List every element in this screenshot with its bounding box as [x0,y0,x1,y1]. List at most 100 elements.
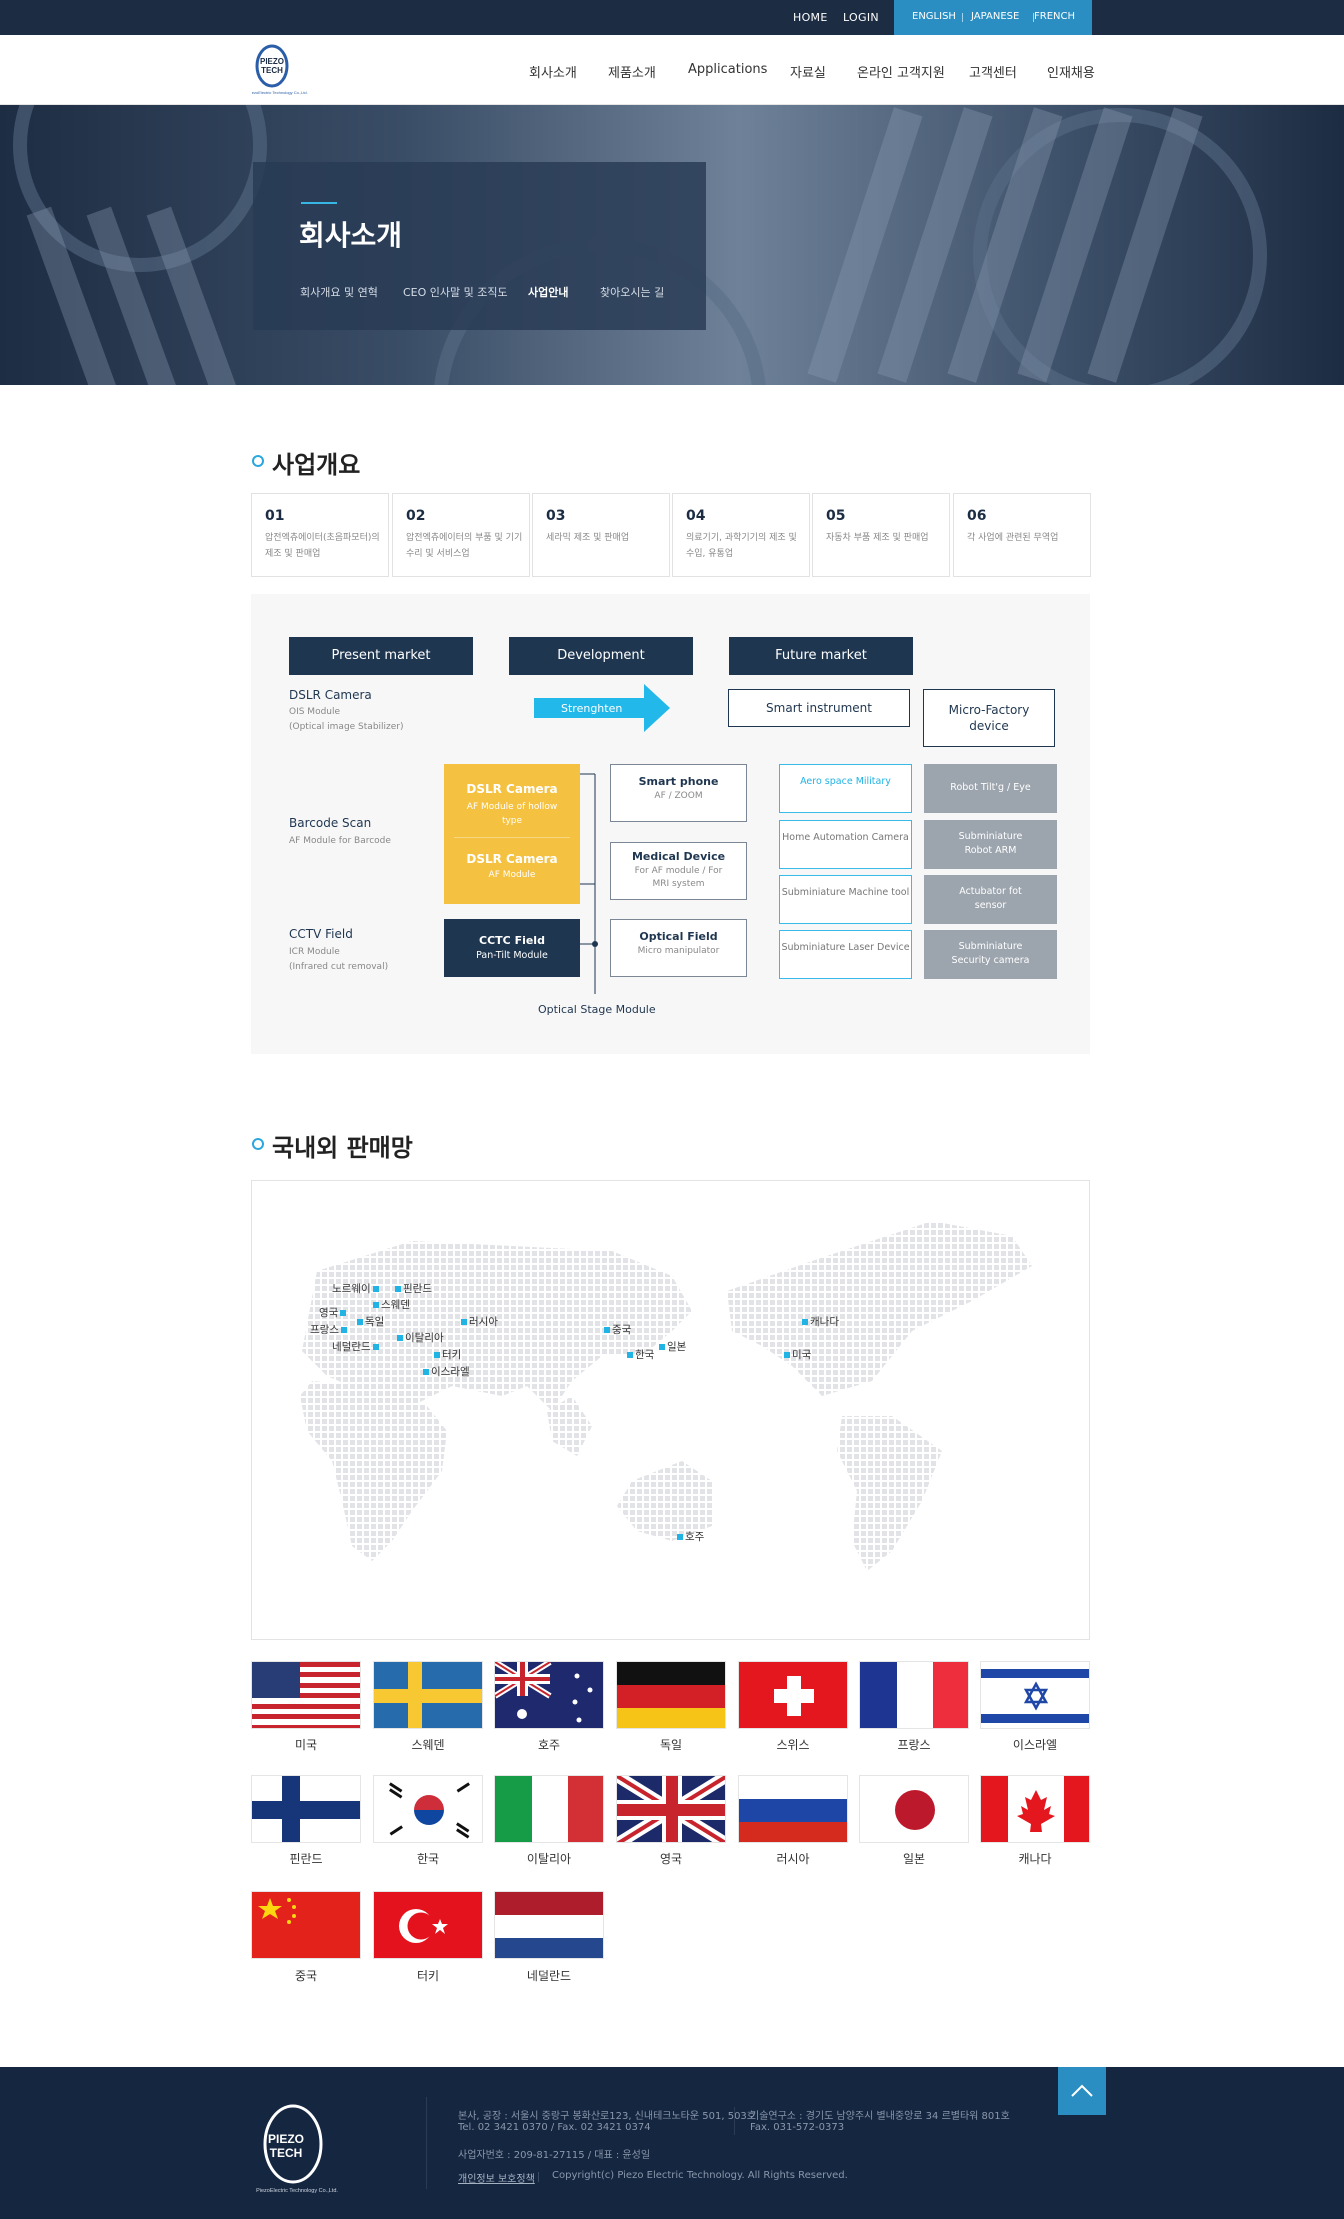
map-marker-israel: 이스라엘 [421,1364,470,1379]
future-robot-arm: Subminiature Robot ARM [924,820,1057,869]
subnav-location[interactable]: 찾아오시는 길 [600,284,664,300]
flag-label: 이스라엘 [1012,1738,1058,1752]
flag-sweden-icon [373,1661,483,1729]
flag-label: 중국 [294,1969,318,1983]
map-marker-uk: 영국 [319,1305,348,1320]
future-machine-tool: Subminiature Machine tool [779,875,912,924]
section-bullet-icon [252,1138,264,1150]
nav-library[interactable]: 자료실 [790,62,826,81]
footer-address-lab: 기술연구소 : 경기도 남양주시 별내중앙로 34 르별타워 801호 [750,2111,1010,2122]
flag-label: 네덜란드 [526,1969,572,1983]
utility-bar: HOME LOGIN ENGLISH JAPANESE FRENCH [0,0,1344,35]
future-home-automation: Home Automation Camera [779,820,912,869]
map-marker-japan: 일본 [657,1339,686,1354]
footer-tel-hq: Tel. 02 3421 0370 / Fax. 02 3421 0374 [458,2122,651,2133]
language-switcher: ENGLISH JAPANESE FRENCH [894,0,1092,35]
svg-text:TECH: TECH [261,66,283,75]
nav-online-support[interactable]: 온라인 고객지원 [857,62,945,81]
site-footer: PIEZO TECH PiezoElectric Technology Co.,… [0,2067,1344,2219]
flag-label: 핀란드 [289,1852,323,1866]
flag-italy-icon [494,1775,604,1843]
flag-label: 영국 [659,1852,683,1866]
future-market-header: Future market [729,637,913,675]
section-bullet-icon [252,455,264,467]
business-card: 02 압전엑츄에이터의 부품 및 기기수리 및 서비스업 [392,493,530,577]
optical-stage-label: Optical Stage Module [538,1003,656,1016]
flag-germany-icon [616,1661,726,1729]
section-title-network: 국내외 판매망 [272,1134,413,1162]
flag-korea-icon [373,1775,483,1843]
nav-company[interactable]: 회사소개 [529,62,577,81]
row-title-cctv: CCTV Field [289,927,353,941]
map-marker-turkey: 터키 [432,1347,461,1362]
lang-french[interactable]: FRENCH [1034,11,1075,22]
future-actuator-sensor: Actubator fot sensor [924,875,1057,924]
map-marker-italy: 이탈리아 [395,1330,444,1345]
map-marker-sweden: 스웨덴 [371,1297,410,1312]
connector-lines [580,773,598,994]
scroll-top-button[interactable] [1058,2067,1106,2115]
map-marker-china: 중국 [602,1322,631,1337]
future-laser-device: Subminiature Laser Device [779,930,912,979]
optical-field-box: Optical Field Micro manipulator [610,919,747,977]
page-title: 회사소개 [299,219,403,252]
lang-japanese[interactable]: JAPANESE [971,11,1019,22]
flag-label: 한국 [416,1852,440,1866]
flag-uk-icon [616,1775,726,1843]
home-link[interactable]: HOME [793,11,828,24]
map-marker-finland: 핀란드 [393,1281,432,1296]
micro-factory-box: Micro-Factory device [923,689,1055,747]
subnav-ceo[interactable]: CEO 인사말 및 조직도 [403,284,508,300]
strengthen-label: Strenghten [561,702,623,715]
map-marker-france: 프랑스 [310,1322,349,1337]
flag-label: 독일 [659,1738,683,1752]
footer-logo: PIEZO TECH PiezoElectric Technology Co.,… [256,2104,338,2194]
footer-fax-lab: Fax. 031-572-0373 [750,2122,845,2133]
nav-applications[interactable]: Applications [688,62,767,77]
footer-business-number: 사업자번호 : 209-81-27115 / 대표 : 윤성일 [458,2150,651,2161]
flag-label: 터키 [416,1969,440,1983]
flag-switzerland-icon [738,1661,848,1729]
present-market-header: Present market [289,637,473,675]
svg-text:PiezoElectric Technology Co.,L: PiezoElectric Technology Co.,Ltd. [256,2188,338,2194]
future-aerospace: Aero space Military [779,764,912,813]
svg-text:TECH: TECH [270,2146,303,2160]
flag-label: 캐나다 [1018,1852,1052,1866]
world-map: 노르웨이 핀란드 스웨덴 영국 독일 프랑스 네덜란드 이탈리아 러시아 터키 … [251,1180,1090,1640]
subnav-business[interactable]: 사업안내 [528,284,568,300]
flag-russia-icon [738,1775,848,1843]
nav-recruit[interactable]: 인재채용 [1047,62,1095,81]
company-logo[interactable]: PIEZO TECH PiezoElectric Technology Co.,… [248,44,308,96]
map-marker-canada: 캐나다 [800,1314,839,1329]
business-card: 04 의료기기, 과학기기의 제조 및 수입, 유통업 [672,493,810,577]
flag-label: 호주 [537,1738,561,1752]
nav-customer-center[interactable]: 고객센터 [969,62,1017,81]
smart-instrument-box: Smart instrument [728,689,910,727]
map-marker-australia: 호주 [675,1529,704,1544]
flag-france-icon [859,1661,969,1729]
map-marker-usa: 미국 [782,1347,811,1362]
row-title-dslr: DSLR Camera [289,688,372,702]
flag-label: 미국 [294,1738,318,1752]
subnav-overview[interactable]: 회사개요 및 연혁 [300,284,378,300]
dotted-world-map [300,1221,1032,1571]
lang-english[interactable]: ENGLISH [912,11,956,22]
flag-label: 이탈리아 [526,1852,572,1866]
flag-usa-icon [251,1661,361,1729]
hero-panel: 회사소개 회사개요 및 연혁 CEO 인사말 및 조직도 사업안내 찾아오시는 … [253,162,706,330]
business-card: 05 자동차 부품 제조 및 판매업 [812,493,950,577]
login-link[interactable]: LOGIN [843,11,879,24]
chevron-up-icon [1071,2084,1093,2097]
flag-turkey-icon [373,1891,483,1959]
map-marker-russia: 러시아 [459,1314,498,1329]
flag-finland-icon [251,1775,361,1843]
flag-japan-icon [859,1775,969,1843]
flag-label: 스웨덴 [411,1738,445,1752]
footer-copyright: Copyright(c) Piezo Electric Technology. … [552,2170,848,2181]
svg-text:PIEZO: PIEZO [260,57,284,66]
business-card: 03 세라믹 제조 및 판매업 [532,493,670,577]
nav-products[interactable]: 제품소개 [608,62,656,81]
cctc-module-box: CCTC Field Pan-Tilt Module [444,919,580,977]
medical-device-box: Medical Device For AF module / For MRI sy… [610,842,747,900]
privacy-policy-link[interactable]: 개인정보 보호정책 [458,2170,535,2185]
